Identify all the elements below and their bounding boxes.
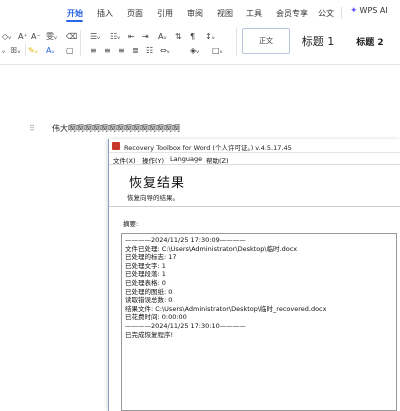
toolbar-separator — [80, 30, 81, 44]
menu-help[interactable]: 帮助(Z) — [206, 155, 229, 165]
page-subtitle: 恢复向导的结果。 — [127, 194, 179, 202]
tab-official-doc[interactable]: 公文 — [318, 8, 334, 19]
log-line: 已处理段落: 1 — [125, 270, 166, 279]
summary-label: 摘要: — [123, 220, 139, 228]
window-titlebar[interactable]: Recovery Toolbox for Word (个人许可证。) v.4.5… — [109, 139, 400, 153]
wps-ai-button[interactable]: ✦ WPS AI — [350, 6, 388, 16]
style-heading-1[interactable]: 标题 1 — [293, 28, 343, 54]
result-header: 恢复结果 恢复向导的结果。 — [109, 165, 400, 207]
log-line: 已完成恢复程序! — [125, 330, 174, 339]
sort-icon[interactable]: ⇅ — [175, 32, 182, 42]
style-heading-2[interactable]: 标题 2 — [345, 28, 395, 54]
tab-view[interactable]: 视图 — [217, 8, 233, 19]
chinese-layout-icon[interactable]: Aᵥ — [158, 32, 167, 42]
log-line: 已处理的图纸: 0 — [125, 287, 173, 296]
paragraph-drag-handle-icon[interactable]: ⠿ — [29, 124, 35, 133]
menu-bar: 文件(X) 操作(Y) Language 帮助(Z) — [109, 153, 400, 165]
screen: 开始 插入 页面 引用 审阅 视图 工具 会员专享 公文 ✦ WPS AI ◇ᵥ … — [0, 0, 400, 411]
tab-insert[interactable]: 插入 — [97, 8, 113, 19]
tab-page[interactable]: 页面 — [127, 8, 143, 19]
line-spacing-icon[interactable]: ↕ᵥ — [205, 32, 215, 42]
wps-ai-label: WPS AI — [359, 6, 388, 15]
toolbar-separator — [80, 44, 81, 56]
increase-indent-icon[interactable]: ⇥ — [142, 32, 149, 42]
page-title: 恢复结果 — [129, 176, 186, 191]
font-size-down-icon[interactable]: A⁻ — [31, 32, 41, 42]
tab-review[interactable]: 审阅 — [187, 8, 203, 19]
eraser-icon[interactable]: ⌫ — [66, 32, 77, 42]
log-line: ————2024/11/25 17:30:10———— — [125, 321, 246, 330]
highlight-icon[interactable]: ꕥᵥ — [10, 46, 21, 56]
tab-home[interactable]: 开始 — [67, 8, 83, 19]
font-color-icon[interactable]: Aᵥ — [46, 46, 55, 56]
log-line: 已处理的标志: 17 — [125, 253, 177, 262]
toolbar-separator — [25, 44, 26, 56]
log-line: 文件已处理: C:\Users\Administrator\Desktop\临时… — [125, 244, 298, 253]
paragraph-mark-icon[interactable]: ¶ — [190, 32, 195, 42]
tab-references[interactable]: 引用 — [157, 8, 173, 19]
log-line: 读取错误总数: 0 — [125, 296, 173, 305]
ai-sparkle-icon: ✦ — [350, 6, 358, 16]
borders-icon[interactable]: □ᵥ — [212, 46, 223, 56]
align-center-icon[interactable]: ≡ — [104, 46, 111, 56]
font-size-up-icon[interactable]: A⁺ — [18, 32, 28, 42]
bullet-list-icon[interactable]: ☰ᵥ — [90, 32, 101, 42]
menu-operation[interactable]: 操作(Y) — [142, 155, 164, 165]
text-effect-icon[interactable]: ᵥ — [2, 46, 5, 56]
decrease-indent-icon[interactable]: ⇤ — [128, 32, 135, 42]
menu-file[interactable]: 文件(X) — [113, 155, 136, 165]
tab-tools[interactable]: 工具 — [246, 8, 262, 19]
summary-log[interactable]: ————2024/11/25 17:30:09———— 文件已处理: C:\Us… — [121, 233, 397, 411]
phonetic-icon[interactable]: 雯ᵥ — [46, 32, 57, 42]
distributed-align-icon[interactable]: ☷ — [146, 46, 153, 56]
columns-icon[interactable]: ⇔ᵥ — [160, 46, 170, 56]
justify-icon[interactable]: ≣ — [132, 46, 139, 56]
style-normal[interactable]: 正文 — [242, 28, 290, 54]
clear-format-icon[interactable]: ◇ᵥ — [2, 32, 12, 42]
log-line: 已花费时间: 0:00:00 — [125, 313, 187, 322]
shading-icon[interactable]: ◈ᵥ — [190, 46, 200, 56]
char-shading-icon[interactable]: ▢ — [66, 46, 74, 56]
menu-language[interactable]: Language — [170, 155, 202, 163]
align-right-icon[interactable]: ≡ — [118, 46, 125, 56]
active-tab-indicator — [66, 20, 83, 22]
align-left-icon[interactable]: ≡ — [90, 46, 97, 56]
log-line: 已处理表格: 0 — [125, 278, 166, 287]
toolbar-separator — [236, 28, 237, 56]
window-title: Recovery Toolbox for Word (个人许可证。) v.4.5… — [124, 144, 292, 152]
recovery-toolbox-window: Recovery Toolbox for Word (个人许可证。) v.4.5… — [108, 139, 400, 411]
tab-member[interactable]: 会员专享 — [276, 8, 308, 19]
document-paragraph[interactable]: 伟大啊啊啊啊啊啊啊啊啊啊啊啊啊啊 — [52, 123, 180, 134]
ribbon-tabs: 开始 插入 页面 引用 审阅 视图 工具 会员专享 公文 ✦ WPS AI — [0, 0, 400, 24]
ribbon-toolbar: ◇ᵥ A⁺ A⁻ 雯ᵥ ⌫ ☰ᵥ ☷ᵥ ⇤ ⇥ Aᵥ ⇅ ¶ ↕ᵥ ᵥ ꕥᵥ ✎… — [0, 24, 400, 64]
app-icon — [112, 142, 120, 150]
numbered-list-icon[interactable]: ☷ᵥ — [110, 32, 121, 42]
log-line: ————2024/11/25 17:30:09———— — [125, 236, 246, 244]
tab-separator — [341, 7, 342, 19]
highlight-color-icon[interactable]: ✎ᵥ — [28, 46, 38, 56]
